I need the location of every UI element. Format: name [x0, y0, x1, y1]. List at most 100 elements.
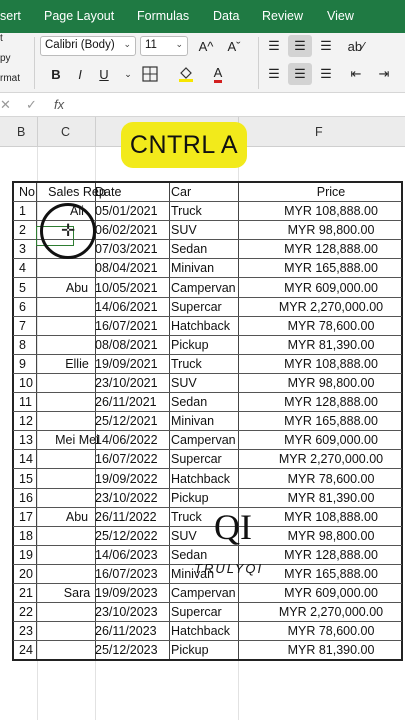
cell-no[interactable]: 23: [19, 624, 33, 638]
cell-no[interactable]: 1: [19, 204, 26, 218]
cell-date[interactable]: 16/07/2022: [95, 452, 158, 466]
increase-font-size-button[interactable]: A^: [193, 35, 219, 57]
align-middle-button[interactable]: ☰: [288, 35, 312, 57]
header-cell-no[interactable]: No: [19, 185, 35, 199]
cell-date[interactable]: 23/10/2023: [95, 605, 158, 619]
column-header-c[interactable]: C: [61, 125, 70, 139]
cell-car[interactable]: Sedan: [171, 395, 207, 409]
cell-no[interactable]: 16: [19, 491, 33, 505]
cancel-icon[interactable]: ✕: [0, 97, 11, 113]
cell-date[interactable]: 25/12/2022: [95, 529, 158, 543]
cell-price[interactable]: MYR 165,888.00: [265, 567, 397, 581]
function-icon[interactable]: fx: [54, 97, 64, 112]
cell-car[interactable]: Sedan: [171, 548, 207, 562]
cell-date[interactable]: 16/07/2023: [95, 567, 158, 581]
cell-car[interactable]: Minivan: [171, 261, 214, 275]
cell-no[interactable]: 8: [19, 338, 26, 352]
cell-car[interactable]: Pickup: [171, 338, 209, 352]
cell-car[interactable]: Campervan: [171, 433, 236, 447]
cell-car[interactable]: Hatchback: [171, 319, 230, 333]
cell-price[interactable]: MYR 108,888.00: [265, 204, 397, 218]
cell-date[interactable]: 08/08/2021: [95, 338, 158, 352]
confirm-icon[interactable]: ✓: [26, 97, 37, 113]
cell-price[interactable]: MYR 98,800.00: [265, 223, 397, 237]
cell-price[interactable]: MYR 81,390.00: [265, 643, 397, 657]
cell-price[interactable]: MYR 609,000.00: [265, 281, 397, 295]
cell-price[interactable]: MYR 98,800.00: [265, 376, 397, 390]
cell-price[interactable]: MYR 165,888.00: [265, 414, 397, 428]
cell-date[interactable]: 19/09/2023: [95, 586, 158, 600]
cell-price[interactable]: MYR 78,600.00: [265, 472, 397, 486]
cell-no[interactable]: 3: [19, 242, 26, 256]
column-header-b[interactable]: B: [17, 125, 25, 139]
cell-date[interactable]: 26/11/2022: [95, 510, 157, 524]
cell-no[interactable]: 14: [19, 452, 33, 466]
cell-price[interactable]: MYR 108,888.00: [265, 510, 397, 524]
cell-date[interactable]: 25/12/2021: [95, 414, 158, 428]
italic-button[interactable]: I: [68, 63, 92, 85]
cell-car[interactable]: Pickup: [171, 491, 209, 505]
fill-color-button[interactable]: [174, 63, 198, 85]
cell-date[interactable]: 19/09/2021: [95, 357, 158, 371]
cell-no[interactable]: 9: [19, 357, 26, 371]
cell-no[interactable]: 22: [19, 605, 33, 619]
header-cell-price[interactable]: Price: [265, 185, 397, 199]
cell-car[interactable]: Minivan: [171, 414, 214, 428]
cell-price[interactable]: MYR 81,390.00: [265, 491, 397, 505]
font-name-select[interactable]: Calibri (Body) ⌄: [40, 36, 136, 56]
cell-no[interactable]: 18: [19, 529, 33, 543]
cell-car[interactable]: Pickup: [171, 643, 209, 657]
cell-car[interactable]: Truck: [171, 510, 202, 524]
cell-date[interactable]: 14/06/2022: [95, 433, 158, 447]
cell-date[interactable]: 10/05/2021: [95, 281, 158, 295]
cell-date[interactable]: 14/06/2023: [95, 548, 158, 562]
cell-no[interactable]: 7: [19, 319, 26, 333]
cell-car[interactable]: Campervan: [171, 586, 236, 600]
cell-price[interactable]: MYR 609,000.00: [265, 586, 397, 600]
cell-no[interactable]: 11: [19, 395, 32, 409]
borders-button[interactable]: [138, 63, 162, 85]
cell-no[interactable]: 6: [19, 300, 26, 314]
cell-date[interactable]: 07/03/2021: [95, 242, 158, 256]
font-color-button[interactable]: A: [206, 63, 230, 85]
cell-no[interactable]: 24: [19, 643, 33, 657]
cell-car[interactable]: Supercar: [171, 300, 222, 314]
underline-button[interactable]: U: [92, 63, 116, 85]
orientation-button[interactable]: ab⁄: [344, 35, 368, 57]
cell-price[interactable]: MYR 2,270,000.00: [265, 300, 397, 314]
tab-data[interactable]: Data: [213, 9, 239, 23]
column-header-f[interactable]: F: [315, 125, 323, 139]
cell-date[interactable]: 08/04/2021: [95, 261, 158, 275]
align-center-button[interactable]: ☰: [288, 63, 312, 85]
cell-price[interactable]: MYR 108,888.00: [265, 357, 397, 371]
cell-car[interactable]: Hatchback: [171, 624, 230, 638]
cell-price[interactable]: MYR 98,800.00: [265, 529, 397, 543]
cell-no[interactable]: 5: [19, 281, 26, 295]
cell-no[interactable]: 2: [19, 223, 26, 237]
tab-view[interactable]: View: [327, 9, 354, 23]
cell-price[interactable]: MYR 81,390.00: [265, 338, 397, 352]
decrease-indent-button[interactable]: ⇤: [344, 63, 368, 85]
cell-date[interactable]: 14/06/2021: [95, 300, 158, 314]
cell-car[interactable]: Supercar: [171, 605, 222, 619]
cell-price[interactable]: MYR 2,270,000.00: [265, 605, 397, 619]
cell-price[interactable]: MYR 2,270,000.00: [265, 452, 397, 466]
bold-button[interactable]: B: [44, 63, 68, 85]
cell-date[interactable]: 16/07/2021: [95, 319, 158, 333]
font-size-select[interactable]: 11 ⌄: [140, 36, 188, 56]
cell-price[interactable]: MYR 128,888.00: [265, 395, 397, 409]
cell-date[interactable]: 06/02/2021: [95, 223, 158, 237]
cell-car[interactable]: Truck: [171, 357, 202, 371]
header-cell-date[interactable]: Date: [95, 185, 121, 199]
cell-price[interactable]: MYR 609,000.00: [265, 433, 397, 447]
cell-no[interactable]: 10: [19, 376, 33, 390]
align-top-button[interactable]: ☰: [262, 35, 286, 57]
cell-no[interactable]: 13: [19, 433, 33, 447]
tab-insert[interactable]: sert: [0, 9, 21, 23]
decrease-font-size-button[interactable]: Aˇ: [221, 35, 247, 57]
cell-no[interactable]: 17: [19, 510, 33, 524]
cell-car[interactable]: SUV: [171, 529, 197, 543]
align-right-button[interactable]: ☰: [314, 63, 338, 85]
cell-date[interactable]: 26/11/2021: [95, 395, 157, 409]
tab-formulas[interactable]: Formulas: [137, 9, 189, 23]
